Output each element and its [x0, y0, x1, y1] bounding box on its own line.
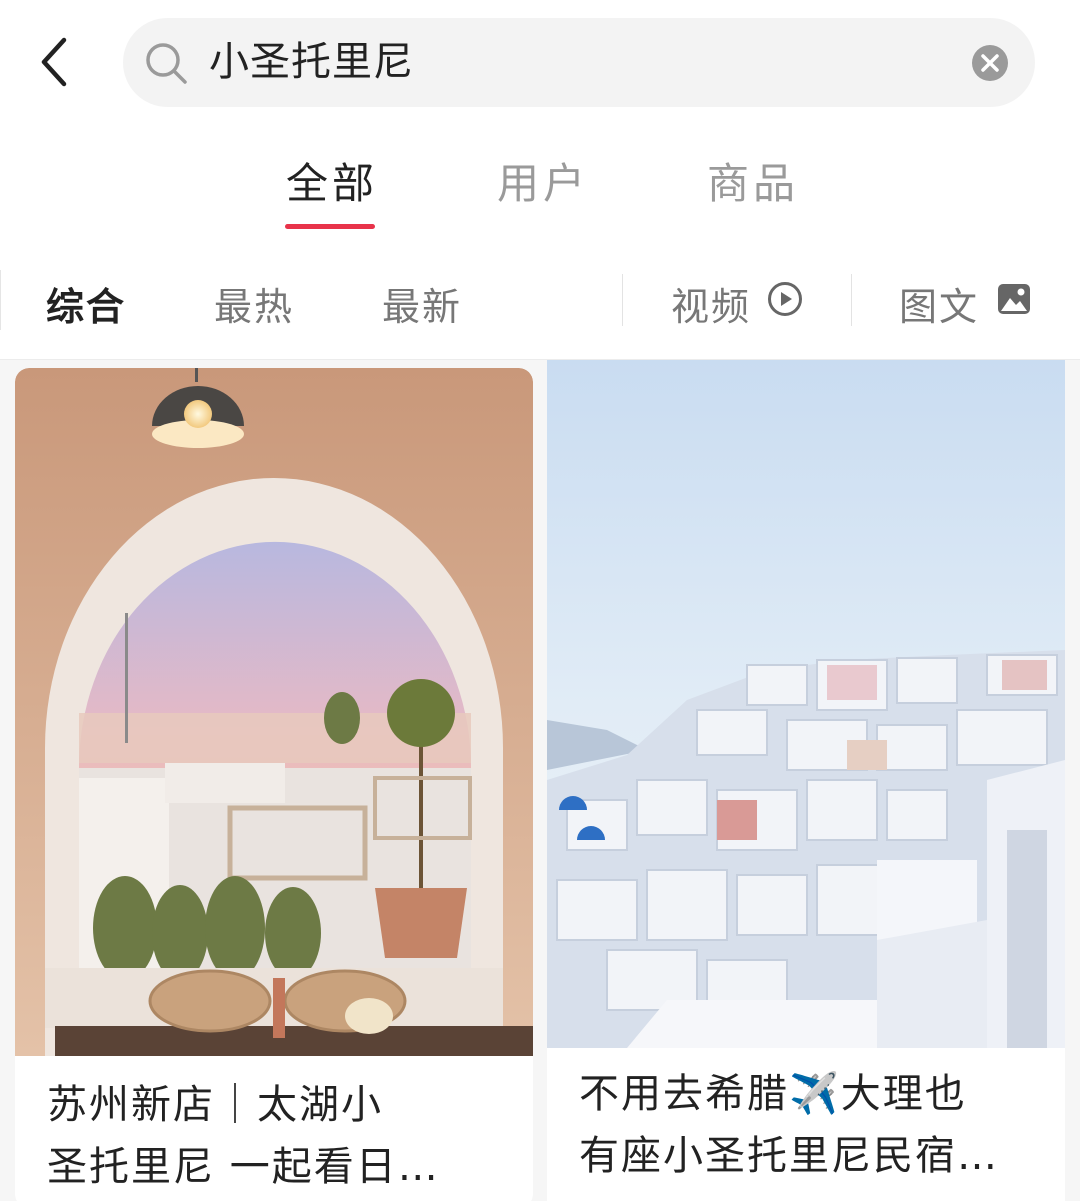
card-cover-image[interactable] — [547, 360, 1065, 1048]
divider — [622, 274, 623, 326]
clear-search-button[interactable] — [972, 45, 1008, 81]
note-card[interactable]: 不用去希腊✈️大理也 有座小圣托里尼民宿… — [547, 360, 1065, 1201]
filter-hottest[interactable]: 最热 — [214, 276, 294, 331]
tab-users[interactable]: 用户 — [497, 150, 589, 211]
result-type-tabs: 全部 用户 商品 — [0, 130, 1080, 230]
divider — [0, 270, 1, 330]
tab-products[interactable]: 商品 — [707, 150, 799, 211]
note-card[interactable]: 苏州新店｜太湖小 圣托里尼 一起看日… — [15, 368, 533, 1201]
card-cover-image[interactable] — [15, 368, 533, 1056]
card-title-line: 苏州新店｜太湖小 — [47, 1082, 383, 1128]
play-circle-icon[interactable] — [767, 281, 803, 317]
white-village-photo — [547, 360, 1065, 1048]
search-input[interactable]: 小圣托里尼 — [123, 18, 1035, 107]
filter-comprehensive[interactable]: 综合 — [46, 276, 126, 331]
card-title-line: 不用去希腊✈️大理也 — [579, 1071, 967, 1117]
card-title[interactable]: 不用去希腊✈️大理也 有座小圣托里尼民宿… — [579, 1063, 1049, 1187]
search-query-text[interactable]: 小圣托里尼 — [209, 18, 414, 107]
search-header: 小圣托里尼 — [0, 0, 1080, 125]
card-title-line: 圣托里尼 一起看日… — [47, 1144, 440, 1190]
chevron-left-icon — [41, 37, 67, 87]
clear-icon — [981, 54, 999, 72]
search-icon — [146, 43, 187, 84]
card-title[interactable]: 苏州新店｜太湖小 圣托里尼 一起看日… — [47, 1074, 517, 1198]
filter-newest[interactable]: 最新 — [382, 276, 462, 331]
arched-window-photo — [15, 368, 533, 1056]
filter-video-label[interactable]: 视频 — [671, 276, 751, 331]
active-tab-indicator — [285, 224, 375, 229]
image-icon[interactable] — [996, 281, 1032, 317]
filter-bar: 综合 最热 最新 视频 图文 — [0, 260, 1080, 342]
tab-all[interactable]: 全部 — [286, 150, 378, 211]
filter-image-text-label[interactable]: 图文 — [899, 276, 979, 331]
divider — [851, 274, 852, 326]
card-title-line: 有座小圣托里尼民宿… — [579, 1133, 999, 1179]
back-button[interactable] — [26, 30, 82, 94]
